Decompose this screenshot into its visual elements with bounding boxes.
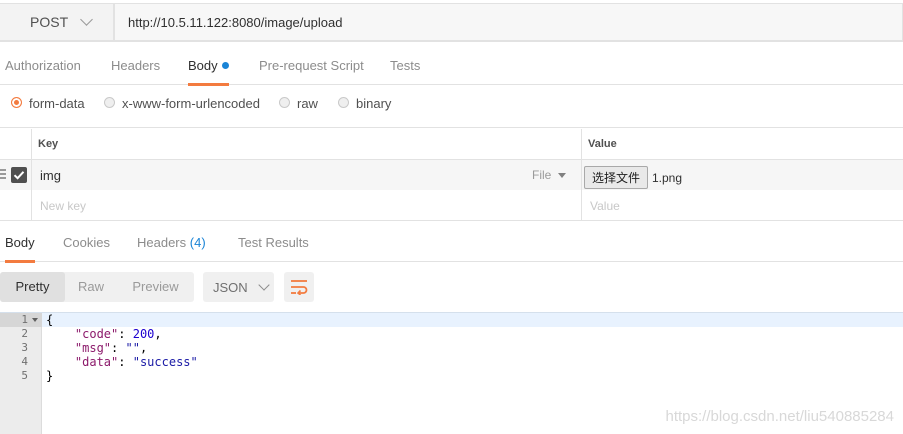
radio-icon (279, 97, 290, 108)
url-input[interactable]: http://10.5.11.122:8080/image/upload (114, 3, 903, 41)
json-value-code: 200 (132, 327, 155, 341)
response-tab-headers[interactable]: Headers (4) (137, 224, 206, 262)
new-value-input[interactable]: Value (590, 199, 620, 213)
response-tab-cookies[interactable]: Cookies (63, 224, 110, 262)
code-line: } (46, 369, 54, 383)
code-line: "msg": "", (74, 341, 148, 355)
radio-label: x-www-form-urlencoded (122, 96, 260, 111)
tab-label: Test Results (238, 235, 309, 250)
choose-file-button[interactable]: 选择文件 (584, 166, 648, 189)
radio-icon (338, 97, 349, 108)
line-number: 3 (21, 341, 28, 354)
json-value-data: success (139, 355, 191, 369)
column-header-key: Key (38, 138, 59, 150)
radio-binary[interactable]: binary (338, 96, 391, 111)
key-type-label: File (532, 168, 552, 182)
view-mode-toggle: Pretty Raw Preview (0, 272, 194, 302)
radio-label: form-data (29, 96, 85, 111)
line-number: 5 (21, 369, 28, 382)
column-divider (31, 129, 32, 221)
form-data-table: Key Value img File 选择文件 1.png New key Va… (0, 129, 903, 221)
tab-tests[interactable]: Tests (390, 45, 420, 85)
url-text: http://10.5.11.122:8080/image/upload (128, 14, 343, 30)
wrap-lines-icon (291, 280, 308, 295)
chevron-down-icon (80, 13, 93, 26)
column-header-value: Value (588, 138, 617, 150)
drag-handle-icon[interactable] (0, 169, 6, 181)
chevron-down-icon (258, 279, 270, 291)
tab-label: Headers (137, 235, 187, 250)
tab-label: Cookies (63, 235, 110, 250)
line-number: 1 (21, 313, 28, 326)
method-dropdown[interactable]: POST (0, 3, 114, 41)
tab-label: Tests (390, 58, 421, 73)
radio-raw[interactable]: raw (279, 96, 318, 111)
view-raw-button[interactable]: Raw (65, 272, 117, 302)
request-tabs: Authorization Headers Body Pre-request S… (0, 45, 903, 86)
response-tab-body[interactable]: Body (5, 224, 35, 263)
view-pretty-button[interactable]: Pretty (0, 272, 65, 302)
new-key-input[interactable]: New key (40, 199, 86, 213)
active-line-highlight (0, 313, 903, 327)
radio-label: binary (356, 96, 392, 111)
tab-body[interactable]: Body (188, 45, 229, 86)
response-tabs: Body Cookies Headers (4) Test Results (0, 224, 903, 263)
radio-x-www-form-urlencoded[interactable]: x-www-form-urlencoded (104, 96, 260, 111)
request-url-bar: POST http://10.5.11.122:8080/image/uploa… (0, 0, 903, 42)
radio-icon (104, 97, 115, 108)
row-key[interactable]: img (40, 168, 61, 183)
tab-headers[interactable]: Headers (111, 45, 160, 85)
code-line: { (46, 313, 54, 327)
tab-pre-request-script[interactable]: Pre-request Script (259, 45, 364, 85)
key-type-dropdown[interactable]: File (532, 168, 567, 182)
row-enabled-checkbox[interactable] (11, 167, 27, 183)
code-line: "data": "success" (74, 355, 198, 369)
active-tab-underline (5, 260, 35, 263)
response-tab-test-results[interactable]: Test Results (238, 224, 309, 262)
wrap-lines-button[interactable] (284, 272, 314, 302)
selected-file-name: 1.png (652, 171, 683, 185)
tab-label: Body (5, 235, 35, 250)
line-number: 2 (21, 327, 28, 340)
tab-label: Pre-request Script (259, 58, 364, 73)
column-divider (581, 129, 582, 221)
radio-form-data[interactable]: form-data (11, 96, 85, 111)
fold-arrow-icon[interactable] (32, 318, 38, 322)
table-row: img File 选择文件 1.png (0, 160, 903, 190)
format-label: JSON (213, 279, 248, 295)
caret-down-icon (558, 172, 567, 178)
format-dropdown[interactable]: JSON (203, 272, 274, 302)
radio-selected-icon (11, 97, 22, 108)
method-label: POST (30, 14, 69, 30)
tab-label: Authorization (5, 58, 81, 73)
new-row: New key Value (0, 190, 903, 221)
radio-label: raw (297, 96, 318, 111)
body-type-options: form-data x-www-form-urlencoded raw bina… (0, 86, 903, 128)
code-line: "code": 200, (74, 327, 162, 341)
line-number-gutter: 1 2 3 4 5 (0, 313, 42, 434)
headers-count: (4) (189, 235, 206, 250)
watermark: https://blog.csdn.net/liu540885284 (665, 408, 894, 425)
tab-label: Body (188, 58, 218, 73)
modified-dot-icon (221, 62, 229, 69)
view-preview-button[interactable]: Preview (117, 272, 194, 302)
tab-authorization[interactable]: Authorization (5, 45, 81, 85)
table-header: Key Value (0, 129, 903, 160)
tab-label: Headers (111, 58, 161, 73)
line-number: 4 (21, 355, 28, 368)
